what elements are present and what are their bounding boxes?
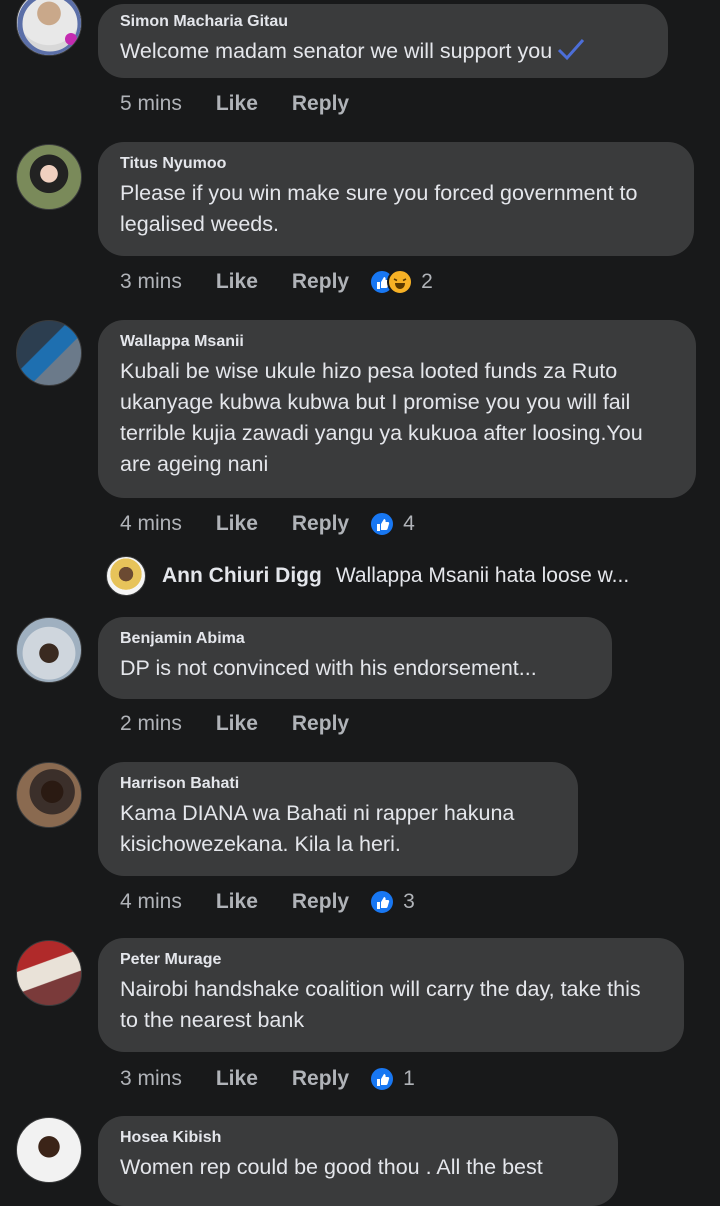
avatar[interactable] <box>106 556 146 596</box>
reaction-summary[interactable]: 1 <box>369 1066 415 1092</box>
comment-bubble: Peter Murage Nairobi handshake coalition… <box>98 938 684 1052</box>
comment-bubble: Benjamin Abima DP is not convinced with … <box>98 617 612 699</box>
comment-author[interactable]: Simon Macharia Gitau <box>120 12 646 32</box>
comment-time[interactable]: 4 mins <box>120 890 182 914</box>
comment-bubble: Simon Macharia Gitau Welcome madam senat… <box>98 4 668 78</box>
comment-actions: 2 mins Like Reply <box>120 709 369 739</box>
comment-bubble: Titus Nyumoo Please if you win make sure… <box>98 142 694 256</box>
avatar[interactable] <box>16 0 82 56</box>
like-button[interactable]: Like <box>216 712 258 736</box>
comment-time[interactable]: 3 mins <box>120 270 182 294</box>
reply-button[interactable]: Reply <box>292 1067 349 1091</box>
reaction-count: 2 <box>421 270 433 293</box>
comment-author[interactable]: Wallappa Msanii <box>120 332 674 352</box>
like-reaction-icon <box>369 889 396 915</box>
comment-actions: 4 mins Like Reply 4 <box>120 509 415 539</box>
comment-time[interactable]: 2 mins <box>120 712 182 736</box>
reaction-summary[interactable]: 2 <box>369 269 433 295</box>
comment-text: Welcome madam senator we will support yo… <box>120 39 553 63</box>
comment-text: Kama DIANA wa Bahati ni rapper hakuna ki… <box>120 801 515 856</box>
like-button[interactable]: Like <box>216 512 258 536</box>
comment-author[interactable]: Harrison Bahati <box>120 774 556 794</box>
like-reaction-icon <box>369 511 396 537</box>
reply-author[interactable]: Ann Chiuri Digg <box>162 564 322 588</box>
avatar[interactable] <box>16 144 82 210</box>
haha-reaction-icon <box>387 269 414 295</box>
comment-text: Nairobi handshake coalition will carry t… <box>120 977 641 1032</box>
like-reaction-icon <box>369 1066 396 1092</box>
reply-button[interactable]: Reply <box>292 712 349 736</box>
reply-button[interactable]: Reply <box>292 890 349 914</box>
comment-text: Kubali be wise ukule hizo pesa looted fu… <box>120 359 643 476</box>
reply-button[interactable]: Reply <box>292 512 349 536</box>
reaction-count: 4 <box>403 512 415 535</box>
comment-actions: 3 mins Like Reply 1 <box>120 1064 415 1094</box>
avatar[interactable] <box>16 940 82 1006</box>
avatar[interactable] <box>16 617 82 683</box>
reply-button[interactable]: Reply <box>292 270 349 294</box>
comment-time[interactable]: 5 mins <box>120 92 182 116</box>
comment-bubble: Harrison Bahati Kama DIANA wa Bahati ni … <box>98 762 578 876</box>
comment-actions: 5 mins Like Reply <box>120 89 369 119</box>
comment-text: Please if you win make sure you forced g… <box>120 181 638 236</box>
avatar[interactable] <box>16 1117 82 1183</box>
reaction-count: 3 <box>403 890 415 913</box>
comment-time[interactable]: 3 mins <box>120 1067 182 1091</box>
reaction-count: 1 <box>403 1067 415 1090</box>
comment-time[interactable]: 4 mins <box>120 512 182 536</box>
avatar[interactable] <box>16 320 82 386</box>
comment-author[interactable]: Titus Nyumoo <box>120 154 672 174</box>
like-button[interactable]: Like <box>216 1067 258 1091</box>
comment-actions: 3 mins Like Reply 2 <box>120 267 433 297</box>
reply-text: Wallappa Msanii hata loose w... <box>335 564 630 587</box>
reaction-summary[interactable]: 4 <box>369 511 415 537</box>
reply-preview[interactable]: Ann Chiuri Digg Wallappa Msanii hata loo… <box>106 556 629 596</box>
comment-author[interactable]: Benjamin Abima <box>120 629 590 649</box>
reply-button[interactable]: Reply <box>292 92 349 116</box>
avatar[interactable] <box>16 762 82 828</box>
like-button[interactable]: Like <box>216 270 258 294</box>
comment-text: DP is not convinced with his endorsement… <box>120 656 537 680</box>
comment-actions: 4 mins Like Reply 3 <box>120 887 415 917</box>
like-button[interactable]: Like <box>216 890 258 914</box>
comment-text: Women rep could be good thou . All the b… <box>120 1155 543 1179</box>
checkmark-icon <box>556 37 586 70</box>
reaction-summary[interactable]: 3 <box>369 889 415 915</box>
like-button[interactable]: Like <box>216 92 258 116</box>
comment-author[interactable]: Hosea Kibish <box>120 1128 596 1148</box>
profile-frame-icon <box>17 0 81 55</box>
comment-author[interactable]: Peter Murage <box>120 950 662 970</box>
comment-bubble: Hosea Kibish Women rep could be good tho… <box>98 1116 618 1206</box>
comment-bubble: Wallappa Msanii Kubali be wise ukule hiz… <box>98 320 696 498</box>
